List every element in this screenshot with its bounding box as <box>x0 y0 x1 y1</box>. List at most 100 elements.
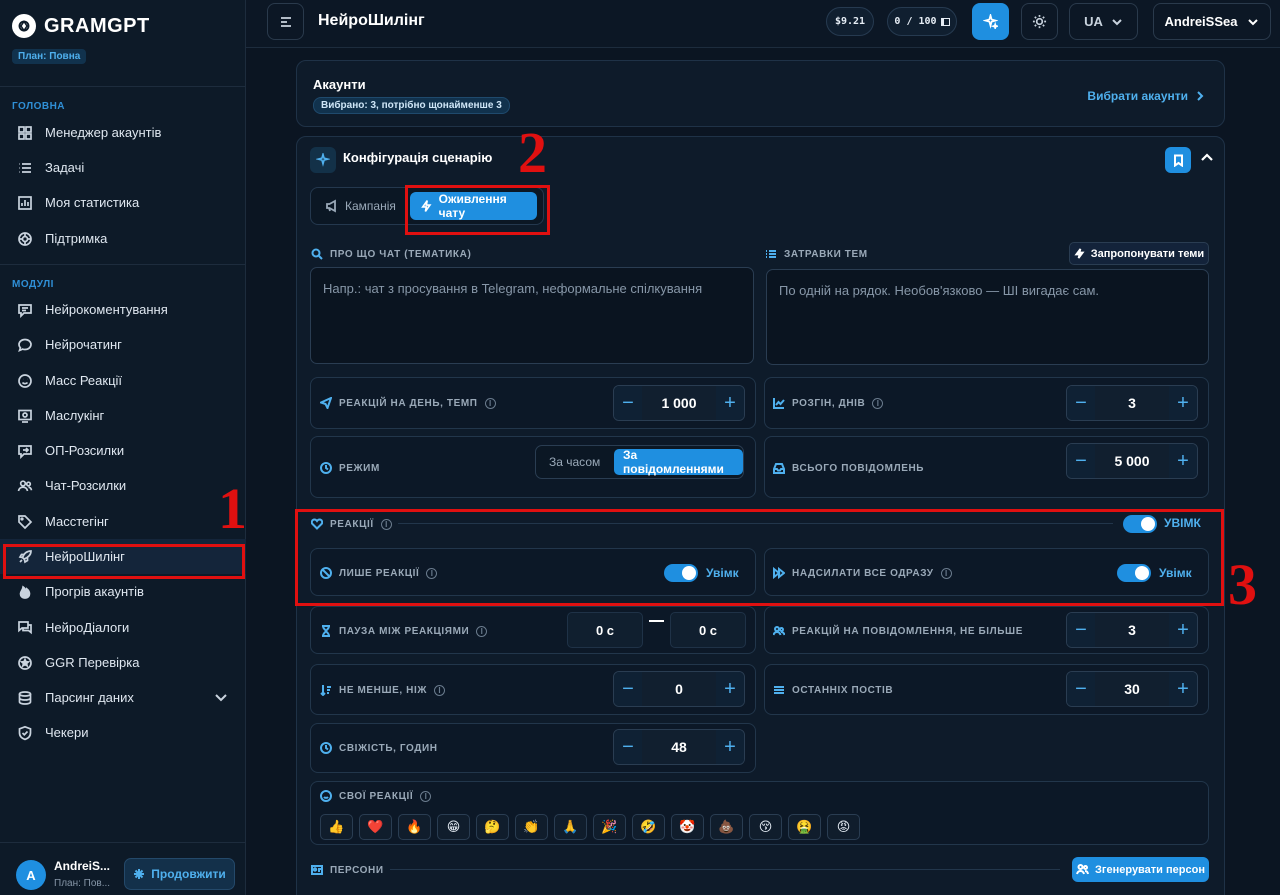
emoji-reaction-button[interactable]: 😡 <box>827 814 860 840</box>
emoji-reaction-button[interactable]: 🤔 <box>476 814 509 840</box>
per-message-stepper: − 3 + <box>1066 612 1198 648</box>
hourglass-icon <box>322 625 330 637</box>
per-message-label: РЕАКЦІЙ НА ПОВІДОМЛЕННЯ, НЕ БІЛЬШЕ <box>773 625 1023 637</box>
sidebar-item-masslooking[interactable]: Маслукінг <box>0 398 246 433</box>
min-value[interactable]: 0 <box>642 672 716 706</box>
increment-button[interactable]: + <box>716 730 744 764</box>
generate-personas-button[interactable]: Згенерувати персон <box>1072 857 1209 882</box>
sidebar-item-label: Задачі <box>45 160 85 175</box>
per-message-value[interactable]: 3 <box>1095 613 1169 647</box>
continue-button[interactable]: Продовжити <box>124 858 235 890</box>
emoji-reaction-button[interactable]: ❤️ <box>359 814 392 840</box>
increment-button[interactable]: + <box>716 672 744 706</box>
select-accounts-label: Вибрати акаунти <box>1087 89 1188 103</box>
pause-to-input[interactable]: 0 с <box>670 612 746 648</box>
decrement-button[interactable]: − <box>614 386 642 420</box>
smile-icon <box>320 790 332 802</box>
topbar: НейроШилінг $9.21 0 / 100 UA AndreiSSea <box>246 0 1280 48</box>
sidebar-item-ggr-check[interactable]: GGR Перевірка <box>0 645 246 680</box>
info-icon[interactable]: i <box>872 397 884 409</box>
decrement-button[interactable]: − <box>614 730 642 764</box>
increment-button[interactable]: + <box>1169 444 1197 478</box>
emoji-reaction-button[interactable]: 🤡 <box>671 814 704 840</box>
sidebar-item-account-manager[interactable]: Менеджер акаунтів <box>0 115 246 150</box>
sidebar-item-label: Нейрокоментування <box>45 302 168 317</box>
balance-pill[interactable]: $9.21 <box>826 7 874 36</box>
ai-sparkle-button[interactable] <box>972 3 1009 40</box>
sidebar-item-tasks[interactable]: Задачі <box>0 150 246 185</box>
decrement-button[interactable]: − <box>614 672 642 706</box>
sidebar-item-label: Підтримка <box>45 231 108 246</box>
emoji-reaction-button[interactable]: 😁 <box>437 814 470 840</box>
emoji-reaction-button[interactable]: 🔥 <box>398 814 431 840</box>
info-icon[interactable]: i <box>420 790 432 802</box>
emoji-reaction-button[interactable]: 🤮 <box>788 814 821 840</box>
chevron-down-icon <box>1112 18 1122 25</box>
emoji-reaction-button[interactable]: 👍 <box>320 814 353 840</box>
quota-pill[interactable]: 0 / 100 <box>887 7 957 36</box>
tab-campaign[interactable]: Кампанія <box>315 192 406 220</box>
info-icon[interactable]: i <box>476 625 488 637</box>
increment-button[interactable]: + <box>716 386 744 420</box>
sidebar-item-data-parsing[interactable]: Парсинг даних <box>0 680 246 715</box>
brand[interactable]: GRAMGPT <box>12 14 150 38</box>
chevron-down-icon[interactable] <box>214 690 228 707</box>
sidebar-item-neurocommenting[interactable]: Нейрокоментування <box>0 292 246 327</box>
sidebar-item-neurodialogs[interactable]: НейроДіалоги <box>0 610 246 645</box>
reactions-per-day-stepper: − 1 000 + <box>613 385 745 421</box>
info-icon[interactable]: i <box>484 397 496 409</box>
suggest-topics-button[interactable]: Запропонувати теми <box>1069 242 1209 265</box>
decrement-button[interactable]: − <box>1067 613 1095 647</box>
sidebar-item-label: Масстегінг <box>45 514 109 529</box>
sidebar-item-mass-reactions[interactable]: Масс Реакції <box>0 363 246 398</box>
chat-bubble-icon <box>16 336 33 353</box>
pause-from-input[interactable]: 0 с <box>567 612 643 648</box>
users-icon <box>1076 864 1090 875</box>
emoji-reaction-button[interactable]: 🎉 <box>593 814 626 840</box>
emoji-reaction-button[interactable]: 🤣 <box>632 814 665 840</box>
mode-option-time[interactable]: За часом <box>540 449 609 475</box>
topic-textarea[interactable]: Напр.: чат з просування в Telegram, нефо… <box>310 267 754 364</box>
sidebar-item-op-mailing[interactable]: ОП-Розсилки <box>0 433 246 468</box>
emoji-reaction-button[interactable]: 🙏 <box>554 814 587 840</box>
bookmark-button[interactable] <box>1165 147 1191 173</box>
sidebar-item-support[interactable]: Підтримка <box>0 221 246 256</box>
emoji-reaction-button[interactable]: 😚 <box>749 814 782 840</box>
section-main-label: ГОЛОВНА <box>12 101 66 112</box>
reactions-per-day-value[interactable]: 1 000 <box>642 386 716 420</box>
freshness-value[interactable]: 48 <box>642 730 716 764</box>
warmup-value[interactable]: 3 <box>1095 386 1169 420</box>
user-menu-button[interactable]: AndreiSSea <box>1153 3 1271 40</box>
language-select[interactable]: UA <box>1069 3 1138 40</box>
list-icon <box>766 250 776 258</box>
total-messages-value[interactable]: 5 000 <box>1095 444 1169 478</box>
sidebar-item-chat-mailing[interactable]: Чат-Розсилки <box>0 468 246 503</box>
theme-toggle-button[interactable] <box>1021 3 1058 40</box>
last-posts-value[interactable]: 30 <box>1095 672 1169 706</box>
tag-icon <box>16 513 33 530</box>
info-icon[interactable]: i <box>434 684 446 696</box>
sidebar-item-stats[interactable]: Моя статистика <box>0 185 246 220</box>
increment-button[interactable]: + <box>1169 672 1197 706</box>
mode-option-messages[interactable]: За повідомленнями <box>614 448 743 476</box>
sidebar-item-masstagging[interactable]: Масстегінг <box>0 504 246 539</box>
sidebar-toggle-button[interactable] <box>267 3 304 40</box>
sidebar-item-label: ОП-Розсилки <box>45 443 125 458</box>
select-accounts-link[interactable]: Вибрати акаунти <box>1087 89 1206 103</box>
increment-button[interactable]: + <box>1169 386 1197 420</box>
collapse-button[interactable] <box>1200 151 1214 168</box>
decrement-button[interactable]: − <box>1067 386 1095 420</box>
sidebar-item-neurochatting[interactable]: Нейрочатинг <box>0 327 246 362</box>
sidebar-item-account-warmup[interactable]: Прогрів акаунтів <box>0 574 246 609</box>
increment-button[interactable]: + <box>1169 613 1197 647</box>
decrement-button[interactable]: − <box>1067 672 1095 706</box>
freshness-stepper: − 48 + <box>613 729 745 765</box>
emoji-reaction-button[interactable]: 💩 <box>710 814 743 840</box>
emoji-reaction-button[interactable]: 👏 <box>515 814 548 840</box>
avatar[interactable]: A <box>16 860 46 890</box>
seeds-textarea[interactable]: По одній на рядок. Необов'язково — ШІ ви… <box>766 269 1209 365</box>
sidebar-item-checkers[interactable]: Чекери <box>0 715 246 750</box>
topic-label-text: ПРО ЩО ЧАТ (ТЕМАТИКА) <box>330 248 472 260</box>
decrement-button[interactable]: − <box>1067 444 1095 478</box>
annotation-box-2 <box>405 185 550 235</box>
